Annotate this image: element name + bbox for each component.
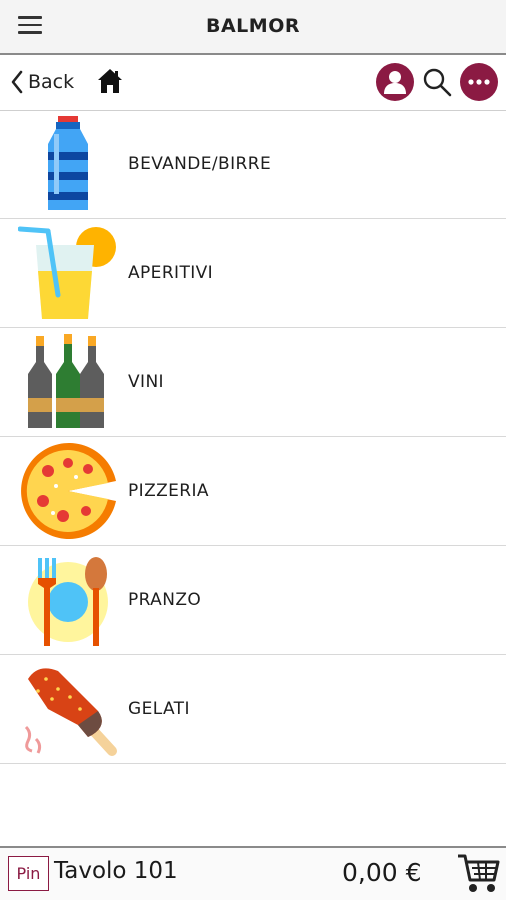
- category-item-bevande[interactable]: BEVANDE/BIRRE: [0, 110, 506, 219]
- category-list: BEVANDE/BIRRE APERITIVI VINI PIZZERIA PR…: [0, 110, 506, 764]
- nav-bar: Back: [0, 55, 506, 111]
- user-button[interactable]: [376, 63, 414, 101]
- wine-bottles-icon: [28, 334, 104, 428]
- category-item-gelati[interactable]: GELATI: [0, 655, 506, 764]
- cart-icon[interactable]: [456, 852, 500, 894]
- category-label: VINI: [128, 372, 164, 392]
- plate-cutlery-icon: [28, 557, 108, 646]
- category-label: PIZZERIA: [128, 481, 209, 501]
- ice-cream-icon: [24, 668, 117, 756]
- category-item-pizzeria[interactable]: PIZZERIA: [0, 437, 506, 546]
- back-button[interactable]: Back: [10, 69, 74, 95]
- category-label: BEVANDE/BIRRE: [128, 154, 272, 174]
- category-item-aperitivi[interactable]: APERITIVI: [0, 219, 506, 328]
- app-title: BALMOR: [206, 15, 300, 37]
- pizza-icon: [21, 443, 117, 539]
- category-label: PRANZO: [128, 590, 202, 610]
- search-icon[interactable]: [422, 67, 452, 97]
- table-label: Tavolo 101: [54, 858, 178, 884]
- water-bottle-icon: [48, 116, 88, 210]
- category-label: APERITIVI: [128, 263, 214, 283]
- more-button[interactable]: [460, 63, 498, 101]
- category-label: GELATI: [128, 699, 190, 719]
- pin-button[interactable]: Pin: [8, 856, 49, 891]
- top-bar: BALMOR: [0, 0, 506, 55]
- back-label: Back: [28, 71, 75, 93]
- order-total: 0,00 €: [342, 858, 422, 887]
- category-item-vini[interactable]: VINI: [0, 328, 506, 437]
- more-icon: [468, 79, 490, 85]
- chevron-left-icon: [11, 70, 23, 94]
- order-footer: Pin Tavolo 101 0,00 €: [0, 846, 506, 900]
- drink-glass-icon: [18, 226, 116, 319]
- home-icon[interactable]: [96, 67, 124, 95]
- category-item-pranzo[interactable]: PRANZO: [0, 546, 506, 655]
- user-icon: [384, 71, 406, 94]
